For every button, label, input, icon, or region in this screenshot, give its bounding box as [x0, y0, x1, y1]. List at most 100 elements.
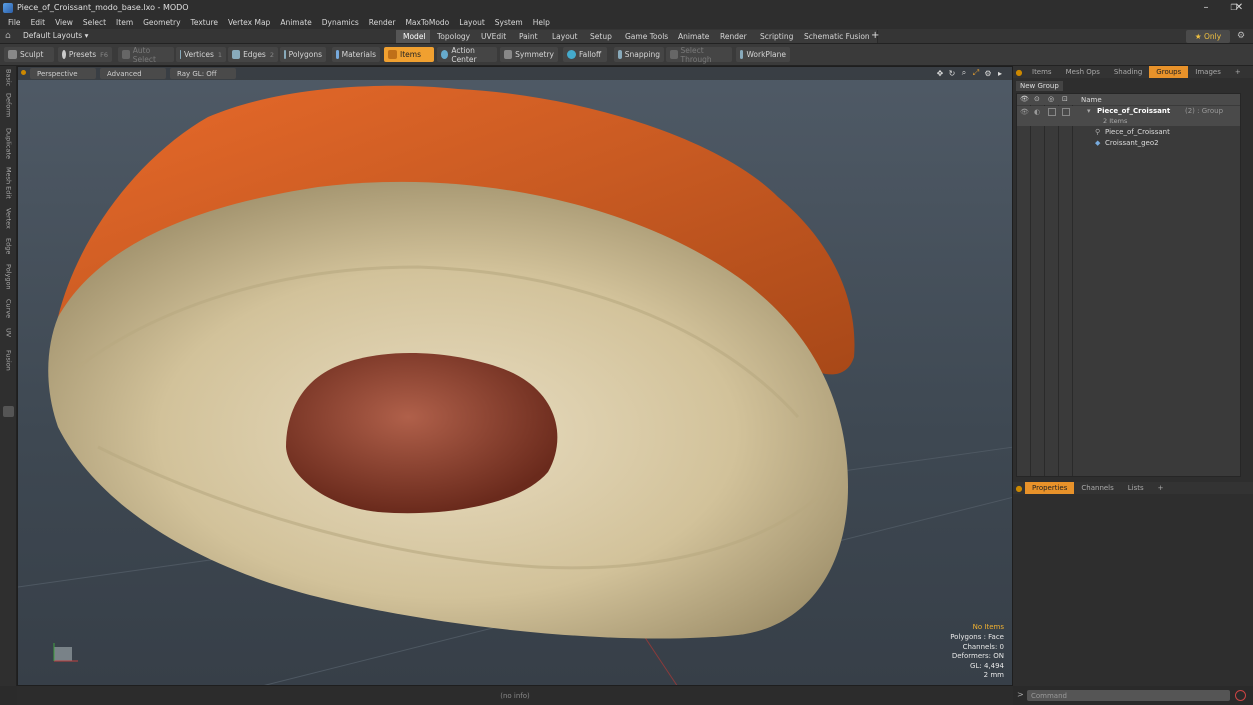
menu-item[interactable]: Item — [116, 18, 133, 27]
tab-topology[interactable]: Topology — [430, 30, 479, 43]
menu-select[interactable]: Select — [83, 18, 106, 27]
tab-layout[interactable]: Layout — [545, 30, 586, 43]
falloff-button[interactable]: Falloff — [563, 47, 607, 62]
raygl-button[interactable]: Ray GL: Off — [170, 68, 236, 79]
render-icon[interactable]: ◎ — [1048, 95, 1054, 103]
menu-help[interactable]: Help — [533, 18, 550, 27]
fit-view-icon[interactable]: ⤢ — [971, 68, 981, 78]
add-panel-tab[interactable]: + — [1228, 66, 1248, 78]
tab-lists[interactable]: Lists — [1121, 482, 1151, 494]
tab-schematic-fusion[interactable]: Schematic Fusion — [797, 30, 878, 43]
panel-menu-icon[interactable]: ● — [1013, 66, 1025, 78]
menu-view[interactable]: View — [55, 18, 73, 27]
name-column-header[interactable]: Name — [1081, 96, 1102, 104]
render-toggle[interactable] — [1048, 108, 1056, 116]
tab-uvedit[interactable]: UVEdit — [474, 30, 515, 43]
action-center-button[interactable]: Action Center — [437, 46, 497, 64]
menu-texture[interactable]: Texture — [191, 18, 218, 27]
vtab-polygon[interactable]: Polygon — [1, 262, 16, 292]
tab-model[interactable]: Model — [396, 30, 434, 43]
vtab-fusion[interactable]: Fusion — [1, 348, 16, 372]
tab-paint[interactable]: Paint — [512, 30, 546, 43]
sculpt-button[interactable]: Sculpt — [4, 47, 54, 62]
minimize-icon[interactable]: – — [1192, 0, 1220, 15]
menu-maxtomodo[interactable]: MaxToModo — [405, 18, 449, 27]
advanced-button[interactable]: Advanced — [100, 68, 166, 79]
menu-system[interactable]: System — [495, 18, 523, 27]
vtab-deform[interactable]: Deform — [1, 92, 16, 118]
perspective-button[interactable]: Perspective — [30, 68, 96, 79]
viewport-menu-icon[interactable] — [21, 70, 26, 75]
command-input[interactable]: Command — [1027, 690, 1230, 701]
lock-icon[interactable]: ⊙ — [1034, 95, 1040, 103]
vtab-mesh-edit[interactable]: Mesh Edit — [1, 166, 16, 200]
select-toggle[interactable] — [1062, 108, 1070, 116]
tab-shading[interactable]: Shading — [1107, 66, 1149, 78]
add-tab-icon[interactable]: + — [871, 30, 879, 41]
only-button[interactable]: ★ Only — [1186, 30, 1230, 43]
presets-button[interactable]: Presets F6 — [58, 47, 112, 62]
group-name: Piece_of_Croissant — [1097, 107, 1171, 115]
close-icon[interactable]: ✕ — [1225, 0, 1253, 15]
snapping-button[interactable]: Snapping — [614, 47, 664, 62]
tab-game-tools[interactable]: Game Tools — [618, 30, 677, 43]
menu-render[interactable]: Render — [369, 18, 396, 27]
vtab-uv[interactable]: UV — [1, 326, 16, 340]
workplane-button[interactable]: WorkPlane — [736, 47, 790, 62]
tab-setup[interactable]: Setup — [583, 30, 620, 43]
vertices-button[interactable]: Vertices 1 — [176, 47, 226, 62]
group-child-row[interactable]: ◆ Croissant_geo2 — [1017, 138, 1240, 149]
menu-layout[interactable]: Layout — [459, 18, 485, 27]
layout-selector[interactable]: Default Layouts ▾ — [23, 31, 88, 40]
symmetry-button[interactable]: Symmetry — [500, 47, 558, 62]
tab-channels[interactable]: Channels — [1074, 482, 1120, 494]
vtab-edge[interactable]: Edge — [1, 236, 16, 256]
menu-animate[interactable]: Animate — [280, 18, 311, 27]
tab-images[interactable]: Images — [1188, 66, 1228, 78]
vtab-basic[interactable]: Basic — [1, 68, 16, 88]
new-group-button[interactable]: New Group — [1016, 81, 1063, 91]
tab-scripting[interactable]: Scripting — [753, 30, 802, 43]
vtab-duplicate[interactable]: Duplicate — [1, 126, 16, 160]
viewport-settings-icon[interactable]: ⚙ — [983, 68, 993, 78]
items-button[interactable]: Items — [384, 47, 434, 62]
tab-groups[interactable]: Groups — [1149, 66, 1189, 78]
edges-shortcut: 2 — [269, 50, 274, 59]
lock-icon[interactable]: ◐ — [1034, 108, 1040, 116]
command-bar: > Command — [1013, 686, 1253, 705]
gear-icon[interactable]: ⚙ — [1237, 31, 1245, 41]
tab-items[interactable]: Items — [1025, 66, 1059, 78]
rotate-view-icon[interactable]: ↻ — [947, 68, 957, 78]
select-icon[interactable]: ⊡ — [1062, 95, 1068, 103]
panel-menu-icon[interactable]: ● — [1013, 482, 1025, 494]
tab-properties[interactable]: Properties — [1025, 482, 1075, 494]
tab-mesh-ops[interactable]: Mesh Ops — [1059, 66, 1107, 78]
menu-geometry[interactable]: Geometry — [143, 18, 180, 27]
record-icon[interactable] — [1235, 690, 1246, 701]
polygons-icon — [284, 50, 286, 59]
zoom-view-icon[interactable]: ⌕ — [959, 68, 969, 78]
move-view-icon[interactable]: ✥ — [935, 68, 945, 78]
tab-render[interactable]: Render — [713, 30, 755, 43]
menu-file[interactable]: File — [8, 18, 21, 27]
viewport-expand-icon[interactable]: ▸ — [995, 68, 1005, 78]
menu-dynamics[interactable]: Dynamics — [322, 18, 359, 27]
group-row[interactable]: 👁 ◐ ▾ Piece_of_Croissant (2) : Group 2 I… — [1017, 106, 1240, 126]
menu-vertex-map[interactable]: Vertex Map — [228, 18, 270, 27]
eye-icon[interactable]: 👁 — [1020, 108, 1029, 116]
tool-palette-icon[interactable] — [3, 406, 14, 417]
eye-icon[interactable]: 👁 — [1020, 95, 1029, 103]
menu-edit[interactable]: Edit — [31, 18, 46, 27]
tab-animate[interactable]: Animate — [671, 30, 718, 43]
3d-viewport[interactable]: Perspective Advanced Ray GL: Off ✥ ↻ ⌕ ⤢… — [17, 66, 1013, 686]
auto-select-button[interactable]: Auto Select — [118, 46, 174, 64]
pin-icon[interactable]: ⌂ — [5, 31, 11, 41]
group-child-row[interactable]: ⚲ Piece_of_Croissant — [1017, 127, 1240, 138]
polygons-button[interactable]: Polygons — [280, 47, 326, 62]
materials-button[interactable]: Materials — [332, 47, 380, 62]
add-panel-tab[interactable]: + — [1151, 482, 1171, 494]
select-through-button[interactable]: Select Through — [666, 46, 732, 64]
vtab-curve[interactable]: Curve — [1, 298, 16, 320]
edges-button[interactable]: Edges 2 — [228, 47, 278, 62]
vtab-vertex[interactable]: Vertex — [1, 206, 16, 230]
